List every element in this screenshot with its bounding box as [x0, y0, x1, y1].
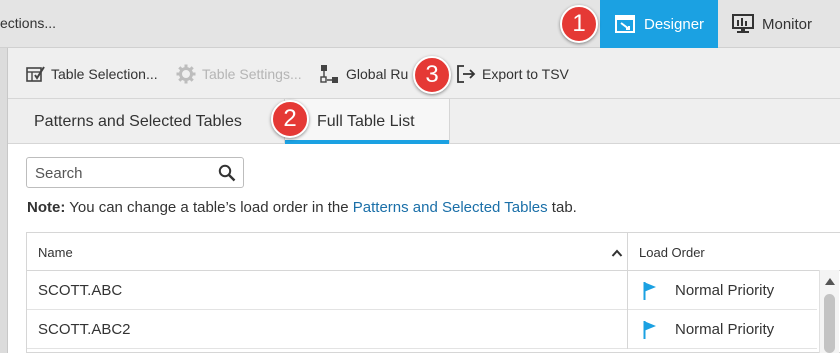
- designer-button[interactable]: Designer: [600, 0, 718, 48]
- callout-badge-2: 2: [271, 100, 309, 138]
- column-name-label: Name: [38, 244, 73, 260]
- tab-full-label: Full Table List: [317, 112, 415, 130]
- table-scrollbar[interactable]: [819, 270, 839, 353]
- tab-patterns-label: Patterns and Selected Tables: [34, 112, 242, 130]
- export-icon: [456, 64, 476, 84]
- monitor-label: Monitor: [762, 15, 813, 33]
- tab-patterns-selected-tables[interactable]: Patterns and Selected Tables: [8, 99, 280, 144]
- load-order-value: Normal Priority: [675, 282, 775, 299]
- flag-icon: [643, 281, 656, 300]
- cell-load-order: Normal Priority: [629, 310, 817, 349]
- export-tsv-label: Export to TSV: [482, 66, 569, 82]
- table-list: Name Load Order SCOTT.ABC Normal Priorit…: [26, 232, 840, 353]
- column-load-order-label: Load Order: [639, 244, 705, 260]
- table-selection-icon: [25, 64, 45, 84]
- column-header-name[interactable]: Name: [27, 233, 628, 271]
- flag-icon: [643, 320, 656, 339]
- cell-name: SCOTT.ABC: [27, 271, 628, 310]
- load-order-note: Note: You can change a table’s load orde…: [27, 199, 577, 216]
- export-tsv-button[interactable]: Export to TSV: [456, 63, 569, 85]
- left-strip: [0, 48, 8, 353]
- table-row[interactable]: SCOTT.ABC Normal Priority: [27, 271, 817, 310]
- note-link-patterns[interactable]: Patterns and Selected Tables: [353, 199, 548, 216]
- note-bold: Note:: [27, 199, 66, 216]
- load-order-value: Normal Priority: [675, 321, 775, 338]
- breadcrumb[interactable]: ections...: [0, 15, 56, 31]
- scroll-thumb[interactable]: [824, 294, 835, 353]
- global-rules-icon: [320, 64, 340, 84]
- note-text-before: You can change a table’s load order in t…: [65, 199, 353, 216]
- table-selection-button[interactable]: Table Selection...: [25, 63, 158, 85]
- search-icon[interactable]: [218, 164, 236, 182]
- callout-badge-3: 3: [413, 56, 451, 94]
- designer-icon: [614, 14, 636, 34]
- monitor-icon: [732, 14, 754, 34]
- table-selection-label: Table Selection...: [51, 66, 158, 82]
- table-row[interactable]: SCOTT.ABC2 Normal Priority: [27, 310, 817, 349]
- tab-full-table-list[interactable]: Full Table List: [284, 99, 450, 144]
- cell-load-order: Normal Priority: [629, 271, 817, 310]
- top-bar: ections... Designer Monitor: [0, 0, 840, 48]
- search-box: [26, 157, 244, 188]
- active-tab-indicator: [285, 140, 449, 144]
- column-header-load-order[interactable]: Load Order: [629, 233, 839, 271]
- monitor-button[interactable]: Monitor: [730, 0, 840, 48]
- global-rules-label: Global Ru: [346, 66, 409, 82]
- table-settings-label: Table Settings...: [202, 66, 302, 82]
- scroll-up-arrow-icon[interactable]: [825, 278, 835, 285]
- designer-label: Designer: [644, 15, 705, 33]
- table-header: Name Load Order: [27, 233, 840, 271]
- tab-bar: Patterns and Selected Tables Full Table …: [8, 99, 840, 144]
- table-settings-button[interactable]: Table Settings...: [176, 63, 302, 85]
- sort-ascending-icon[interactable]: [611, 246, 623, 257]
- search-input[interactable]: [35, 164, 215, 182]
- gear-icon: [176, 64, 196, 84]
- note-text-after: tab.: [547, 199, 577, 216]
- callout-badge-1: 1: [560, 5, 598, 43]
- global-rules-button[interactable]: Global Ru: [320, 63, 408, 85]
- cell-name: SCOTT.ABC2: [27, 310, 628, 349]
